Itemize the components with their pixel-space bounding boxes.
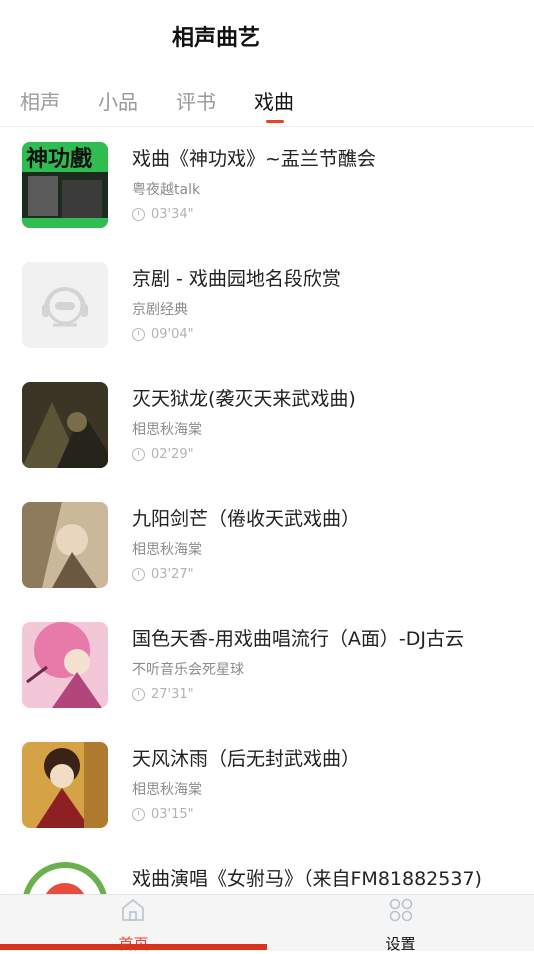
clock-icon <box>132 568 145 581</box>
tab-xiangsheng[interactable]: 相声 <box>20 86 60 115</box>
clock-icon <box>132 328 145 341</box>
list-item[interactable]: 灭天狱龙(袭灭天来武戏曲) 相思秋海棠 02'29" <box>0 367 534 487</box>
nav-active-indicator <box>0 944 267 950</box>
nav-settings[interactable]: 设置 <box>267 895 534 953</box>
item-author: 相思秋海棠 <box>132 422 202 438</box>
duration-text: 27'31" <box>151 687 194 702</box>
cover-thumbnail <box>22 862 108 894</box>
tab-xiqu[interactable]: 戏曲 <box>254 86 294 115</box>
tab-xiaopin[interactable]: 小品 <box>98 86 138 115</box>
item-title: 戏曲《神功戏》~盂兰节醮会 <box>132 148 376 170</box>
list-item[interactable]: 天风沐雨（后无封武戏曲） 相思秋海棠 03'15" <box>0 727 534 847</box>
item-author: 京剧经典 <box>132 302 188 318</box>
item-title: 京剧 - 戏曲园地名段欣赏 <box>132 268 341 290</box>
duration-text: 03'34" <box>151 207 194 222</box>
duration-text: 03'15" <box>151 807 194 822</box>
page-title: 相声曲艺 <box>172 26 261 51</box>
item-duration: 27'31" <box>132 687 194 702</box>
item-title: 天风沐雨（后无封武戏曲） <box>132 748 361 770</box>
bottom-navigation: 首页 设置 <box>0 894 534 953</box>
item-duration: 09'04" <box>132 327 194 342</box>
tab-pingshu[interactable]: 评书 <box>176 86 216 115</box>
home-icon <box>121 897 145 927</box>
grid-settings-icon <box>388 897 414 927</box>
item-title: 国色天香-用戏曲唱流行（A面）-DJ古云 <box>132 628 464 650</box>
clock-icon <box>132 448 145 461</box>
cover-thumbnail <box>22 742 108 828</box>
track-list: 神功戲 戏曲《神功戏》~盂兰节醮会 粤夜越talk 03'34" 京剧 - 戏曲… <box>0 127 534 894</box>
item-title: 九阳剑芒（倦收天武戏曲） <box>132 508 361 530</box>
duration-text: 03'27" <box>151 567 194 582</box>
clock-icon <box>132 808 145 821</box>
cover-thumbnail <box>22 622 108 708</box>
cover-thumbnail: 神功戲 <box>22 142 108 228</box>
item-author: 不听音乐会死星球 <box>132 662 244 678</box>
clock-icon <box>132 688 145 701</box>
nav-home[interactable]: 首页 <box>0 895 267 953</box>
item-duration: 03'34" <box>132 207 194 222</box>
item-author: 粤夜越talk <box>132 182 201 198</box>
item-author: 相思秋海棠 <box>132 542 202 558</box>
item-duration: 02'29" <box>132 447 194 462</box>
item-author: 相思秋海棠 <box>132 782 202 798</box>
list-item[interactable]: 京剧 - 戏曲园地名段欣赏 京剧经典 09'04" <box>0 247 534 367</box>
nav-settings-label: 设置 <box>385 935 416 953</box>
svg-text:神功戲: 神功戲 <box>26 146 93 172</box>
list-item[interactable]: 神功戲 戏曲《神功戏》~盂兰节醮会 粤夜越talk 03'34" <box>0 127 534 247</box>
clock-icon <box>132 208 145 221</box>
list-item[interactable]: 国色天香-用戏曲唱流行（A面）-DJ古云 不听音乐会死星球 27'31" <box>0 607 534 727</box>
item-title: 戏曲演唱《女驸马》（来自FM81882537) <box>132 868 482 890</box>
cover-thumbnail <box>22 382 108 468</box>
cover-thumbnail <box>22 262 108 348</box>
item-title: 灭天狱龙(袭灭天来武戏曲) <box>132 388 356 410</box>
header: 相声曲艺 <box>0 0 534 72</box>
duration-text: 09'04" <box>151 327 194 342</box>
list-item[interactable]: 戏曲演唱《女驸马》（来自FM81882537) <box>0 847 534 894</box>
headphones-placeholder-icon <box>22 262 108 348</box>
cover-thumbnail <box>22 502 108 588</box>
item-duration: 03'27" <box>132 567 194 582</box>
active-tab-indicator <box>266 120 284 123</box>
list-item[interactable]: 九阳剑芒（倦收天武戏曲） 相思秋海棠 03'27" <box>0 487 534 607</box>
item-duration: 03'15" <box>132 807 194 822</box>
duration-text: 02'29" <box>151 447 194 462</box>
